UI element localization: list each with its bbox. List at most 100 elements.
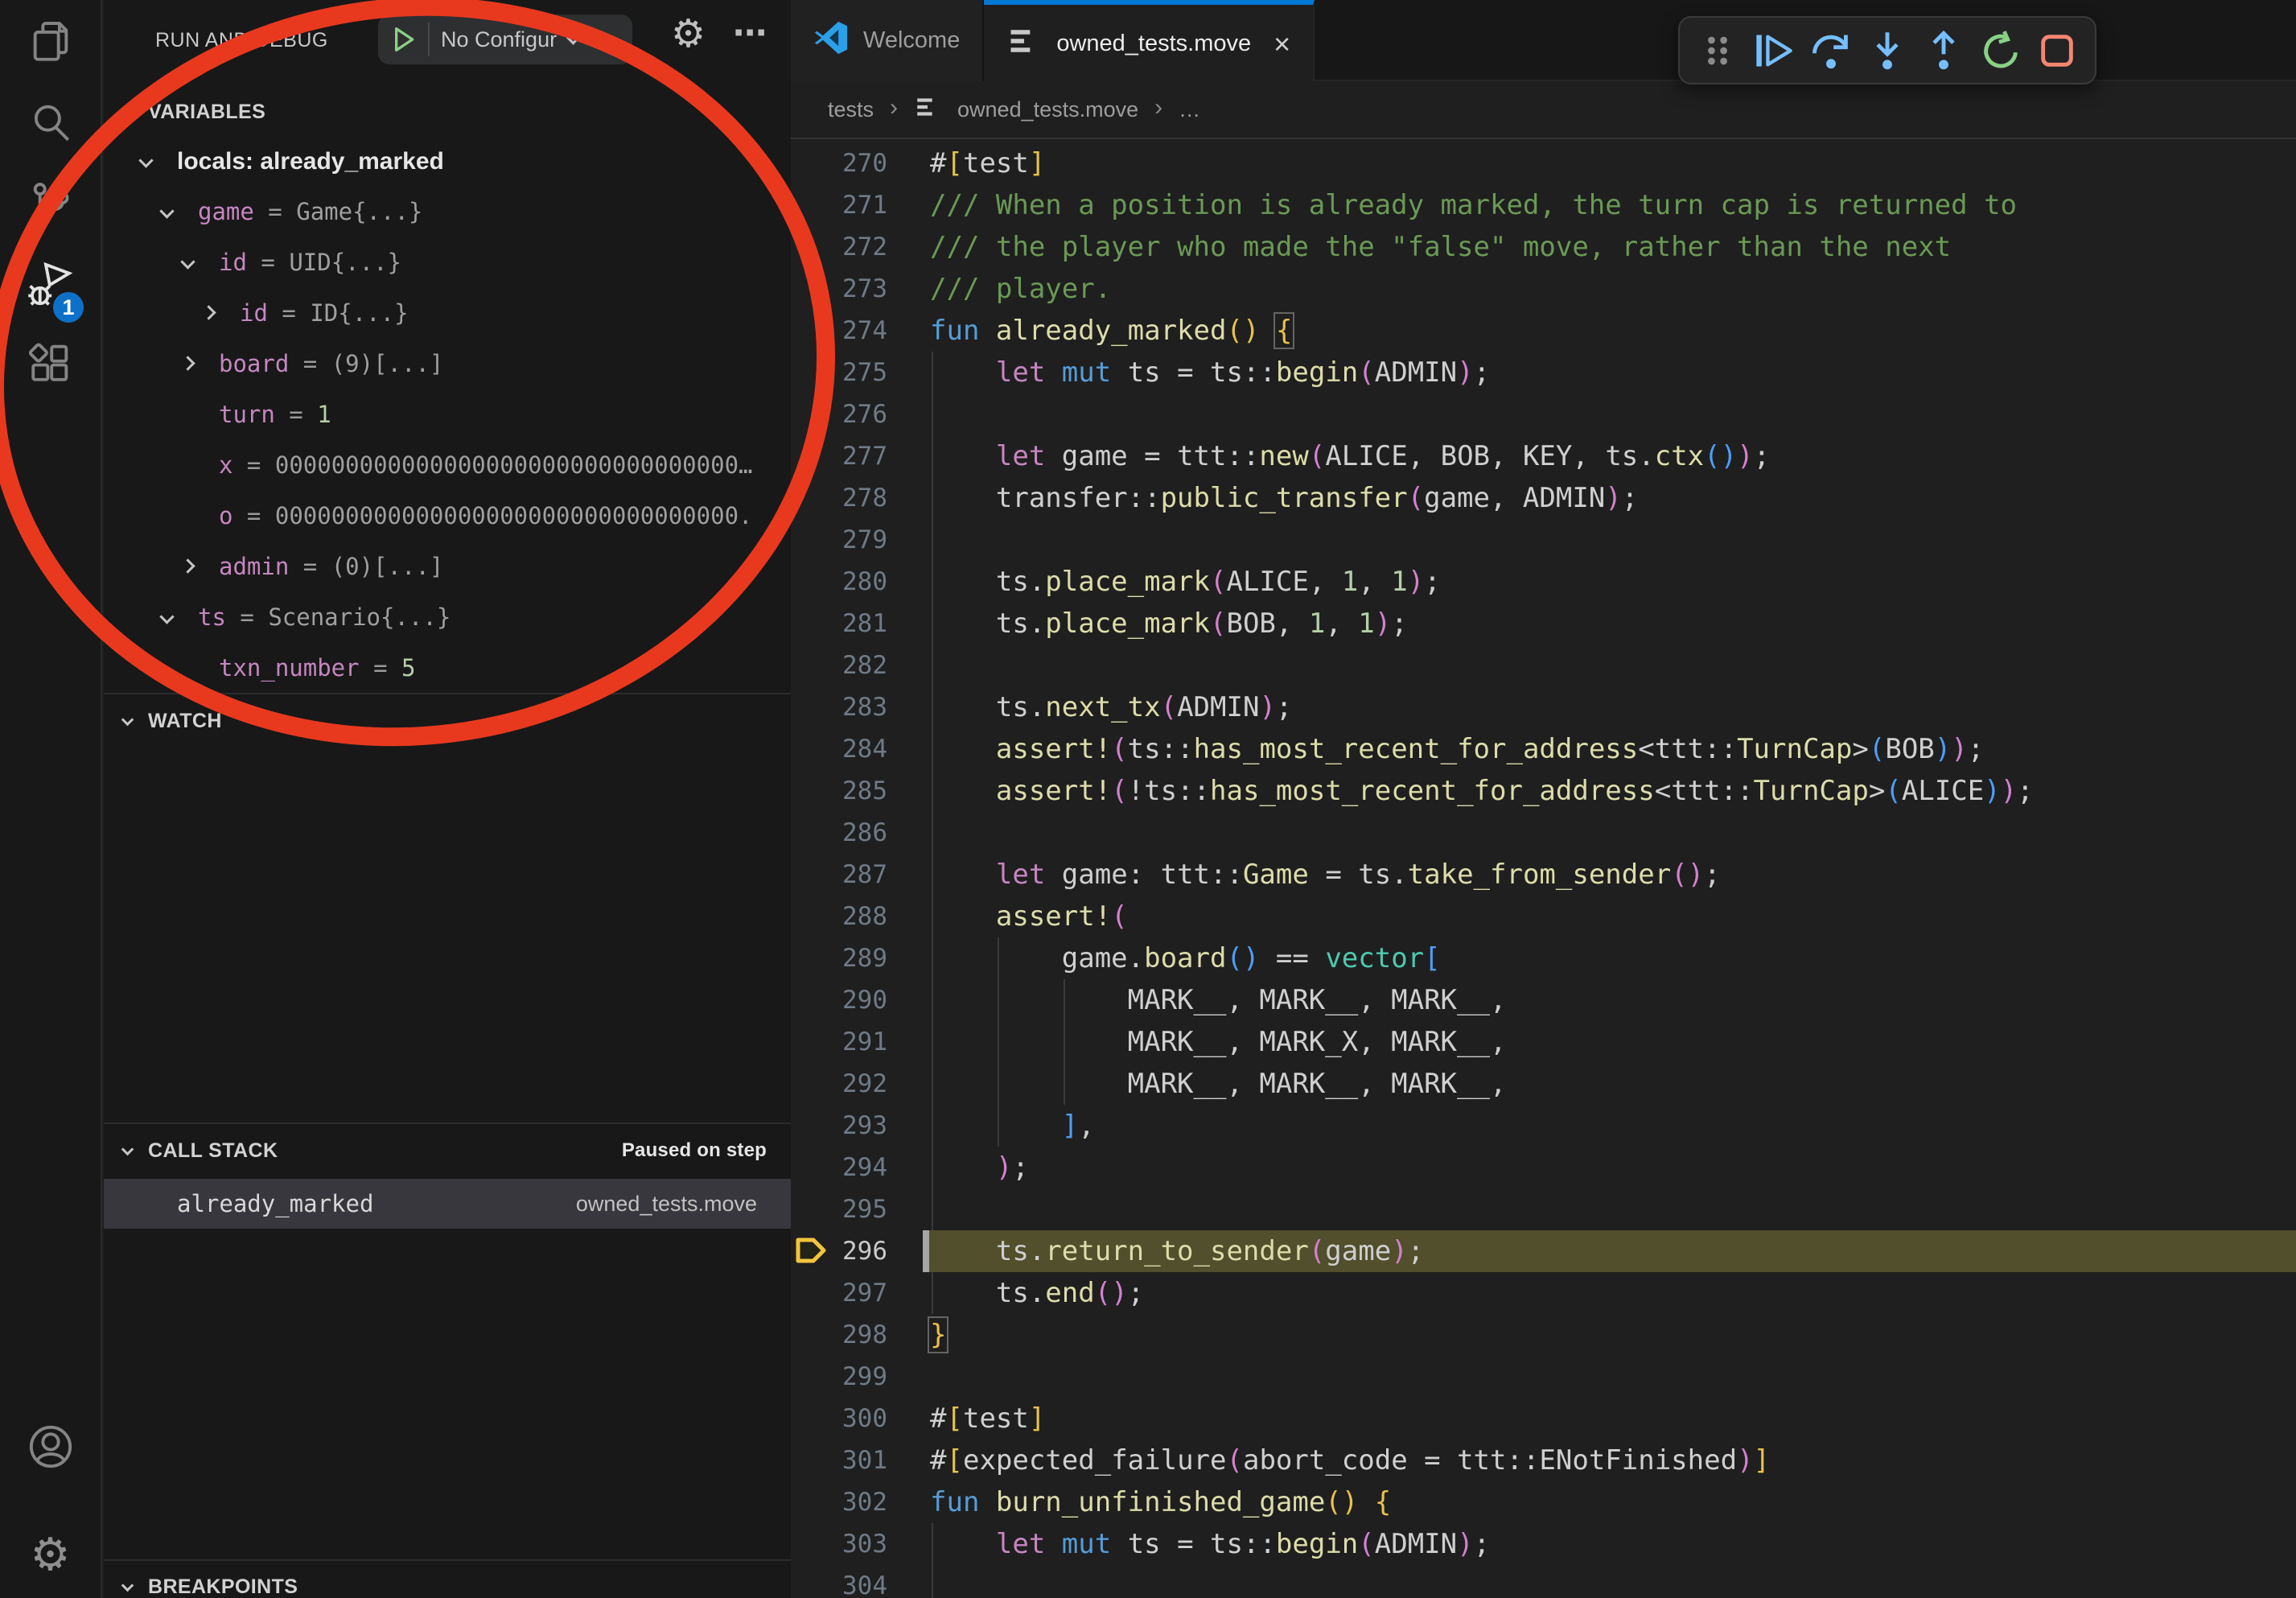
line-number[interactable]: 279: [823, 519, 887, 561]
line-number[interactable]: 290: [823, 979, 887, 1021]
step-into-icon[interactable]: [1866, 30, 1908, 72]
line-number[interactable]: 304: [823, 1565, 887, 1598]
chevron-right-icon[interactable]: [180, 356, 195, 370]
breadcrumb[interactable]: tests›owned_tests.move›…: [791, 81, 2296, 139]
code-line-276[interactable]: 276: [791, 393, 2296, 435]
activity-account[interactable]: [0, 1406, 101, 1487]
line-number[interactable]: 276: [823, 393, 887, 435]
code-line-290[interactable]: 290 MARK__, MARK__, MARK__,: [791, 979, 2296, 1021]
code-line-300[interactable]: 300#[test]: [791, 1398, 2296, 1439]
chevron-down-icon[interactable]: [180, 254, 195, 269]
line-number[interactable]: 283: [823, 686, 887, 728]
chevron-down-icon[interactable]: [138, 153, 153, 167]
activity-files[interactable]: [0, 2, 101, 82]
line-number[interactable]: 285: [823, 770, 887, 812]
activity-search[interactable]: [0, 82, 101, 163]
line-number[interactable]: 299: [823, 1356, 887, 1398]
code-line-275[interactable]: 275 let mut ts = ts::begin(ADMIN);: [791, 352, 2296, 393]
code-line-274[interactable]: 274fun already_marked() {: [791, 310, 2296, 352]
code-line-293[interactable]: 293 ],: [791, 1105, 2296, 1147]
line-number[interactable]: 280: [823, 561, 887, 603]
code-line-273[interactable]: 273/// player.: [791, 268, 2296, 310]
line-number[interactable]: 297: [823, 1272, 887, 1314]
code-line-292[interactable]: 292 MARK__, MARK__, MARK__,: [791, 1063, 2296, 1105]
code-line-288[interactable]: 288 assert!(: [791, 896, 2296, 937]
breadcrumb-item[interactable]: …: [1179, 97, 1200, 122]
code-line-277[interactable]: 277 let game = ttt::new(ALICE, BOB, KEY,…: [791, 435, 2296, 477]
tab-welcome[interactable]: Welcome: [791, 0, 984, 81]
line-number[interactable]: 278: [823, 477, 887, 519]
line-number[interactable]: 274: [823, 310, 887, 352]
variable-row[interactable]: game = Game{...}: [104, 187, 791, 237]
chevron-down-icon[interactable]: [159, 204, 174, 218]
code-line-279[interactable]: 279: [791, 519, 2296, 561]
code-line-278[interactable]: 278 transfer::public_transfer(game, ADMI…: [791, 477, 2296, 519]
start-debug-button[interactable]: [378, 23, 428, 56]
variable-row[interactable]: id = ID{...}: [104, 288, 791, 338]
line-number[interactable]: 298: [823, 1314, 887, 1356]
line-number[interactable]: 296: [823, 1230, 887, 1272]
line-number[interactable]: 284: [823, 728, 887, 770]
continue-icon[interactable]: [1753, 30, 1795, 72]
breadcrumb-item[interactable]: owned_tests.move: [957, 97, 1138, 122]
code-line-296[interactable]: 296 ts.return_to_sender(game);: [791, 1230, 2296, 1272]
line-number[interactable]: 294: [823, 1147, 887, 1188]
debug-config-dropdown[interactable]: No Configur: [378, 14, 632, 64]
stop-icon[interactable]: [2036, 30, 2078, 72]
activity-source-control[interactable]: [0, 163, 101, 243]
line-number[interactable]: 277: [823, 435, 887, 477]
variable-row[interactable]: locals: already_marked: [104, 136, 791, 186]
code-line-281[interactable]: 281 ts.place_mark(BOB, 1, 1);: [791, 603, 2296, 645]
chevron-right-icon[interactable]: [180, 558, 195, 573]
code-line-272[interactable]: 272/// the player who made the "false" m…: [791, 226, 2296, 268]
code-line-286[interactable]: 286: [791, 812, 2296, 854]
tab-owned-tests-move[interactable]: owned_tests.move×: [984, 0, 1315, 83]
restart-icon[interactable]: [1980, 30, 2022, 72]
line-number[interactable]: 303: [823, 1523, 887, 1565]
variable-row[interactable]: x = 000000000000000000000000000000000…: [104, 440, 791, 490]
variable-row[interactable]: txn_number = 5: [104, 643, 791, 693]
code-line-302[interactable]: 302fun burn_unfinished_game() {: [791, 1481, 2296, 1523]
call-stack-section-header[interactable]: CALL STACK Paused on step: [104, 1126, 791, 1176]
code-line-298[interactable]: 298}: [791, 1314, 2296, 1356]
variable-row[interactable]: id = UID{...}: [104, 237, 791, 287]
line-number[interactable]: 270: [823, 142, 887, 184]
line-number[interactable]: 281: [823, 603, 887, 645]
variable-row[interactable]: ts = Scenario{...}: [104, 592, 791, 642]
line-number[interactable]: 272: [823, 226, 887, 268]
line-number[interactable]: 287: [823, 854, 887, 896]
activity-run-debug[interactable]: 1: [0, 244, 101, 324]
activity-settings-gear[interactable]: ⚙: [0, 1514, 101, 1595]
breadcrumb-item[interactable]: tests: [828, 97, 874, 122]
line-number[interactable]: 286: [823, 812, 887, 854]
gripper-icon[interactable]: [1697, 30, 1738, 72]
code-line-303[interactable]: 303 let mut ts = ts::begin(ADMIN);: [791, 1523, 2296, 1565]
code-line-283[interactable]: 283 ts.next_tx(ADMIN);: [791, 686, 2296, 728]
more-actions-icon[interactable]: ⋯: [733, 13, 767, 52]
line-number[interactable]: 282: [823, 645, 887, 686]
line-number[interactable]: 275: [823, 352, 887, 393]
code-line-289[interactable]: 289 game.board() == vector[: [791, 937, 2296, 979]
watch-section-header[interactable]: WATCH: [104, 696, 791, 746]
code-line-294[interactable]: 294 );: [791, 1147, 2296, 1188]
code-line-304[interactable]: 304: [791, 1565, 2296, 1598]
line-number[interactable]: 291: [823, 1021, 887, 1063]
line-number[interactable]: 301: [823, 1439, 887, 1481]
line-number[interactable]: 289: [823, 937, 887, 979]
chevron-down-icon[interactable]: [159, 609, 174, 624]
line-number[interactable]: 300: [823, 1398, 887, 1439]
breakpoints-section-header[interactable]: BREAKPOINTS: [104, 1562, 791, 1598]
close-icon[interactable]: ×: [1273, 27, 1290, 61]
line-number[interactable]: 302: [823, 1481, 887, 1523]
code-line-282[interactable]: 282: [791, 645, 2296, 686]
variable-row[interactable]: turn = 1: [104, 389, 791, 439]
code-line-291[interactable]: 291 MARK__, MARK_X, MARK__,: [791, 1021, 2296, 1063]
variable-row[interactable]: board = (9)[...]: [104, 339, 791, 389]
code-line-284[interactable]: 284 assert!(ts::has_most_recent_for_addr…: [791, 728, 2296, 770]
line-number[interactable]: 271: [823, 184, 887, 226]
code-line-301[interactable]: 301#[expected_failure(abort_code = ttt::…: [791, 1439, 2296, 1481]
code-line-271[interactable]: 271/// When a position is already marked…: [791, 184, 2296, 226]
code-line-280[interactable]: 280 ts.place_mark(ALICE, 1, 1);: [791, 561, 2296, 603]
line-number[interactable]: 288: [823, 896, 887, 937]
step-out-icon[interactable]: [1923, 30, 1965, 72]
